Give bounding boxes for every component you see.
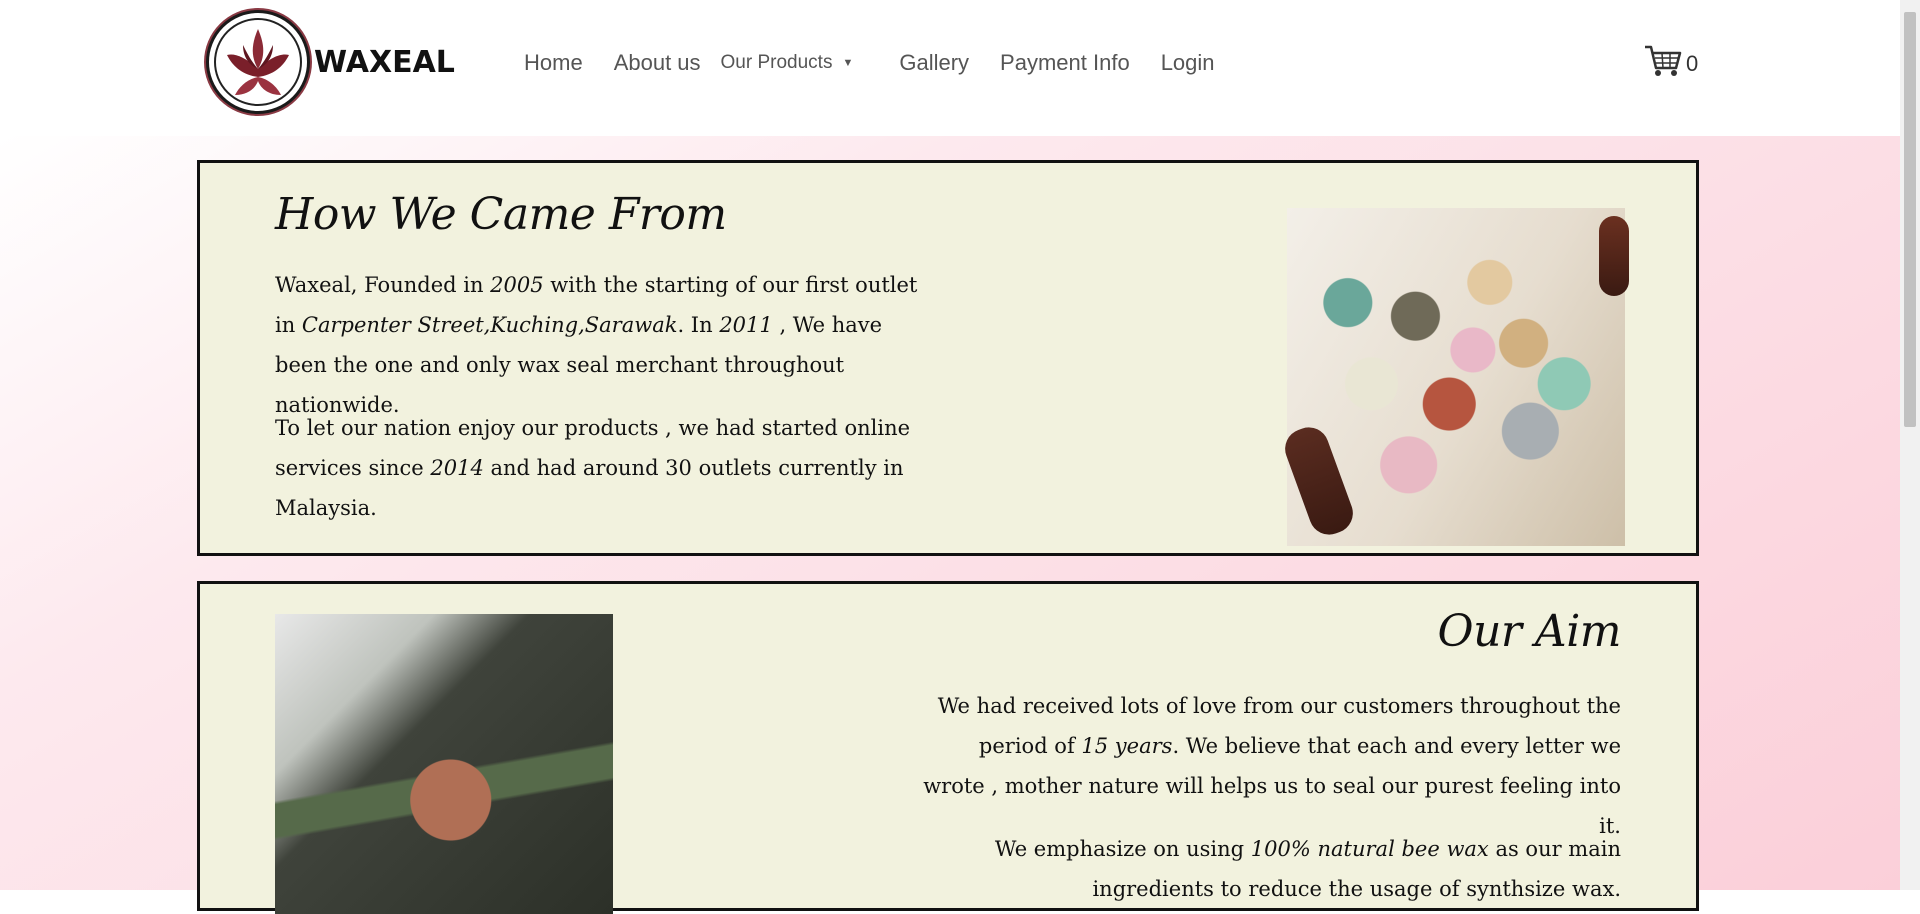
wax-seals-photo — [1279, 208, 1629, 546]
cart-button[interactable]: 0 — [1644, 44, 1698, 83]
history-title: How We Came From — [275, 189, 727, 240]
history-paragraph-1: Waxeal, Founded in 2005 with the startin… — [275, 273, 918, 417]
vertical-scrollbar[interactable] — [1900, 0, 1920, 890]
brand-name: WAXEAL — [314, 44, 455, 80]
aim-title: Our Aim — [1437, 606, 1622, 657]
history-paragraph-2: To let our nation enjoy our products , w… — [275, 416, 911, 520]
brand-logo[interactable]: WAXEAL — [206, 10, 455, 114]
aim-paragraph-2: We emphasize on using 100% natural bee w… — [994, 837, 1621, 901]
scrollbar-thumb[interactable] — [1904, 12, 1916, 427]
nav-home[interactable]: Home — [524, 50, 583, 76]
site-header: WAXEAL Home About us Our Products ▼ Gall… — [0, 0, 1900, 136]
nav-payment[interactable]: Payment Info — [1000, 50, 1130, 76]
lotus-logo-icon — [206, 10, 310, 114]
wax-seal-napkin-photo — [275, 614, 613, 914]
aim-section: Our Aim We had received lots of love fro… — [197, 581, 1699, 914]
cart-count: 0 — [1686, 50, 1699, 76]
caret-down-icon: ▼ — [842, 57, 854, 69]
main-nav: Home About us Our Products ▼ Gallery Pay… — [524, 50, 1246, 76]
history-section: How We Came From Waxeal, Founded in 2005… — [197, 160, 1699, 556]
nav-about[interactable]: About us — [614, 50, 701, 76]
nav-login[interactable]: Login — [1161, 50, 1215, 76]
shopping-cart-icon — [1644, 44, 1682, 83]
aim-paragraph-1: We had received lots of love from our cu… — [923, 694, 1621, 838]
seal-stamp-handle — [1599, 216, 1629, 296]
seal-stamp-handle — [1279, 421, 1359, 541]
nav-products-dropdown[interactable]: Our Products ▼ — [721, 52, 854, 74]
nav-gallery[interactable]: Gallery — [899, 50, 969, 76]
nav-products-label: Our Products — [720, 52, 833, 73]
